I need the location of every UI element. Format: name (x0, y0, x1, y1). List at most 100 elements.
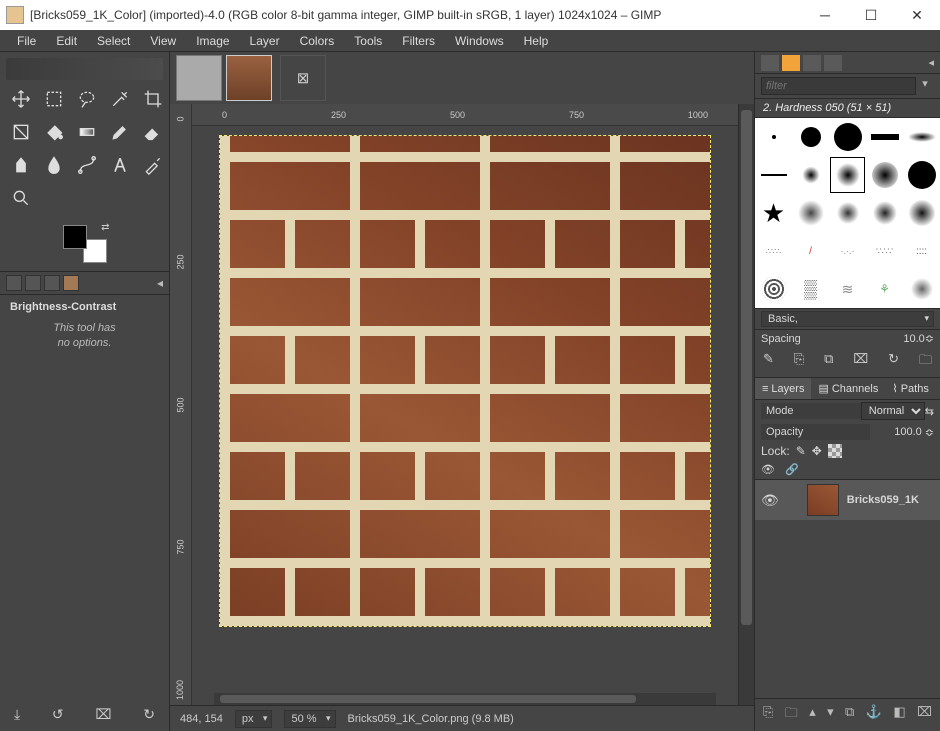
lock-position-icon[interactable]: ✥ (812, 444, 822, 458)
dock-tab-brushes[interactable] (761, 55, 779, 71)
layer-mode-combo[interactable]: Normal (861, 402, 925, 420)
brush-item[interactable]: ·.·.· (829, 232, 866, 270)
brush-item[interactable]: :::: (903, 232, 940, 270)
layer-mask-icon[interactable]: ◧ (893, 704, 905, 726)
brush-edit-icon[interactable]: ✎ (763, 351, 774, 373)
gradient-tool[interactable] (72, 117, 102, 147)
canvas[interactable] (192, 126, 738, 693)
menu-select[interactable]: Select (88, 31, 139, 51)
brush-item[interactable] (866, 156, 903, 194)
brush-open-icon[interactable]: 🗀 (919, 351, 932, 373)
image-tab-2[interactable] (226, 55, 272, 101)
fg-color-swatch[interactable] (63, 225, 87, 249)
brush-delete-icon[interactable]: ⌧ (853, 351, 868, 373)
brush-item[interactable] (755, 156, 792, 194)
brush-item-selected[interactable] (829, 156, 866, 194)
lock-pixels-icon[interactable]: ✎ (796, 444, 806, 458)
horizontal-ruler[interactable]: 0 250 500 750 1000 (192, 104, 738, 126)
dock-tab-pattern[interactable] (63, 275, 79, 291)
horizontal-scrollbar[interactable] (214, 693, 716, 705)
brush-item[interactable] (829, 194, 866, 232)
brush-duplicate-icon[interactable]: ⧉ (824, 351, 833, 373)
paths-tool[interactable] (72, 150, 102, 180)
maximize-button[interactable]: ☐ (848, 0, 894, 30)
eraser-tool[interactable] (138, 117, 168, 147)
dock-tab-fonts[interactable] (803, 55, 821, 71)
brush-item[interactable]: ⚘ (866, 270, 903, 308)
image-tab-1[interactable] (176, 55, 222, 101)
brush-preset-combo[interactable]: Basic, (761, 311, 934, 327)
layer-row[interactable]: 👁 Bricks059_1K (755, 480, 940, 520)
spinner-icon[interactable]: ≎ (925, 332, 934, 345)
transform-tool[interactable] (6, 117, 36, 147)
layer-down-icon[interactable]: ▾ (827, 704, 834, 726)
layer-delete-icon[interactable]: ⌧ (917, 704, 932, 726)
spinner-icon[interactable]: ≎ (925, 426, 934, 439)
brush-grid[interactable]: ★ ∴∵∴ / ·.·.· ∵∴∵ :::: ▒ ≋ ⚘ (755, 118, 940, 308)
layer-thumbnail[interactable] (807, 484, 839, 516)
dock-tab-options[interactable] (6, 275, 22, 291)
layer-visibility-icon[interactable]: 👁 (761, 492, 779, 509)
brush-filter-dropdown-icon[interactable]: ▾ (916, 77, 934, 95)
vertical-ruler[interactable]: 0 250 500 750 1000 (170, 104, 192, 705)
fg-bg-color[interactable]: ⇄ (63, 225, 107, 263)
layer-opacity-value[interactable]: 100.0 (870, 426, 925, 438)
brush-item[interactable] (792, 156, 829, 194)
fuzzy-select-tool[interactable] (105, 84, 135, 114)
brush-item[interactable] (755, 270, 792, 308)
dock-menu-icon[interactable]: ◂ (928, 56, 934, 69)
brush-item[interactable]: ▒ (792, 270, 829, 308)
layer-dock-menu-icon[interactable]: ◂ (936, 378, 940, 399)
swap-colors-icon[interactable]: ⇄ (101, 222, 109, 233)
clone-tool[interactable] (6, 150, 36, 180)
tab-paths[interactable]: ⌇Paths (885, 378, 936, 399)
menu-layer[interactable]: Layer (241, 31, 289, 51)
brush-item[interactable] (866, 118, 903, 156)
lock-alpha-icon[interactable] (828, 444, 842, 458)
vertical-scrollbar[interactable] (738, 104, 754, 705)
dock-tab-patterns[interactable] (782, 55, 800, 71)
text-tool[interactable] (105, 150, 135, 180)
menu-edit[interactable]: Edit (47, 31, 86, 51)
brush-filter-input[interactable] (761, 77, 916, 95)
brush-item[interactable] (903, 156, 940, 194)
menu-tools[interactable]: Tools (345, 31, 391, 51)
close-tab-button[interactable]: ⊠ (280, 55, 326, 101)
delete-preset-icon[interactable]: ⌧ (95, 706, 111, 723)
layer-duplicate-icon[interactable]: ⧉ (845, 704, 854, 726)
canvas-image[interactable] (220, 136, 710, 626)
tab-channels[interactable]: ▤Channels (811, 378, 885, 399)
layer-up-icon[interactable]: ▴ (809, 704, 816, 726)
brush-item[interactable] (903, 194, 940, 232)
menu-filters[interactable]: Filters (393, 31, 444, 51)
dock-tab-history[interactable] (824, 55, 842, 71)
save-preset-icon[interactable]: ⤓ (14, 706, 20, 723)
layer-name[interactable]: Bricks059_1K (847, 494, 919, 506)
brush-item[interactable]: ≋ (829, 270, 866, 308)
brush-refresh-icon[interactable]: ↻ (888, 351, 899, 373)
bucket-fill-tool[interactable] (39, 117, 69, 147)
brush-item[interactable] (866, 194, 903, 232)
brush-item[interactable]: ∵∴∵ (866, 232, 903, 270)
reset-preset-icon[interactable]: ↻ (143, 706, 155, 723)
color-picker-tool[interactable] (138, 150, 168, 180)
brush-item[interactable] (792, 194, 829, 232)
paintbrush-tool[interactable] (105, 117, 135, 147)
menu-view[interactable]: View (141, 31, 185, 51)
menu-help[interactable]: Help (515, 31, 558, 51)
brush-spacing-value[interactable]: 10.0 (883, 333, 925, 345)
menu-windows[interactable]: Windows (446, 31, 513, 51)
brush-item[interactable]: / (792, 232, 829, 270)
move-tool[interactable] (6, 84, 36, 114)
smudge-tool[interactable] (39, 150, 69, 180)
layer-group-icon[interactable]: 🗀 (785, 704, 798, 726)
minimize-button[interactable]: ─ (802, 0, 848, 30)
dock-tab-device[interactable] (25, 275, 41, 291)
restore-preset-icon[interactable]: ↺ (52, 706, 64, 723)
menu-file[interactable]: File (8, 31, 45, 51)
layer-list[interactable]: 👁 Bricks059_1K (755, 480, 940, 698)
brush-item[interactable] (829, 118, 866, 156)
dock-tab-history[interactable] (44, 275, 60, 291)
tab-layers[interactable]: ≡Layers (755, 378, 811, 399)
layer-new-icon[interactable]: ⎘ (763, 704, 773, 726)
